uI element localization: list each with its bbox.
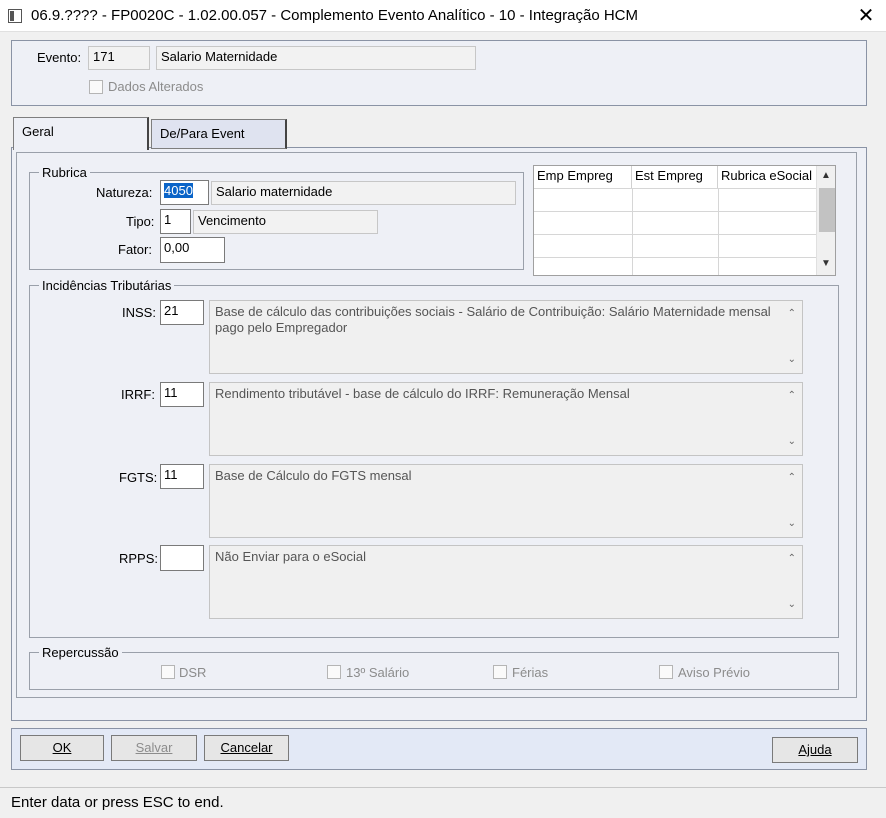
natureza-description: Salario maternidade [211, 181, 516, 205]
chevron-up-icon[interactable]: ⌃ [788, 388, 796, 404]
ajuda-button[interactable]: Ajuda [772, 737, 858, 763]
close-icon[interactable]: ✕ [846, 0, 886, 32]
fgts-label: FGTS: [119, 470, 158, 485]
chevron-down-icon[interactable]: ⌄ [788, 516, 796, 532]
fgts-description-text: Base de Cálculo do FGTS mensal [215, 468, 412, 483]
chevron-up-icon[interactable]: ▲ [821, 170, 831, 181]
tab-de-para-label: De/Para Event [160, 126, 245, 141]
rpps-label: RPPS: [119, 551, 159, 566]
grid-header-emp-empreg[interactable]: Emp Empreg [534, 166, 632, 188]
evento-code-field: 171 [88, 46, 150, 70]
irrf-input[interactable]: 11 [160, 382, 204, 407]
rpps-input[interactable] [160, 545, 204, 571]
irrf-description[interactable]: Rendimento tributável - base de cálculo … [209, 382, 803, 456]
tipo-description: Vencimento [193, 210, 378, 234]
rpps-description[interactable]: Não Enviar para o eSocial ⌃ ⌄ [209, 545, 803, 619]
fgts-description[interactable]: Base de Cálculo do FGTS mensal ⌃ ⌄ [209, 464, 803, 538]
repercussao-group-label: Repercussão [39, 645, 122, 660]
rubrica-group-label: Rubrica [39, 165, 90, 180]
rpps-description-text: Não Enviar para o eSocial [215, 549, 367, 564]
grid-scroll-thumb[interactable] [819, 188, 835, 232]
ok-button[interactable]: OK [20, 735, 104, 761]
chevron-up-icon[interactable]: ⌃ [788, 306, 796, 322]
inss-description[interactable]: Base de cálculo das contribuições sociai… [209, 300, 803, 374]
dsr-label: DSR [179, 665, 207, 680]
tab-de-para-event[interactable]: De/Para Event [151, 119, 287, 149]
chevron-down-icon[interactable]: ⌄ [788, 434, 796, 450]
natureza-value: 4050 [164, 183, 193, 198]
chevron-down-icon[interactable]: ⌄ [788, 352, 796, 368]
ferias-label: Férias [512, 665, 549, 680]
tab-geral-label: Geral [22, 124, 54, 139]
dados-alterados-label: Dados Alterados [108, 79, 204, 94]
chevron-up-icon[interactable]: ⌃ [788, 470, 796, 486]
de-para-grid[interactable]: Emp Empreg Est Empreg Rubrica eSocial ▲ … [533, 165, 836, 276]
aviso-previo-label: Aviso Prévio [678, 665, 751, 680]
inss-description-text: Base de cálculo das contribuições sociai… [215, 304, 771, 335]
chevron-up-icon[interactable]: ⌃ [788, 551, 796, 567]
app-icon [8, 9, 22, 23]
grid-scrollbar[interactable]: ▲ ▼ [816, 166, 835, 275]
incidencias-group-label: Incidências Tributárias [39, 278, 175, 293]
irrf-label: IRRF: [121, 387, 155, 402]
natureza-input[interactable]: 4050 [160, 180, 209, 205]
irrf-description-text: Rendimento tributável - base de cálculo … [215, 386, 630, 401]
fator-label: Fator: [118, 242, 152, 257]
chevron-down-icon[interactable]: ▼ [821, 258, 831, 269]
salvar-button[interactable]: Salvar [111, 735, 197, 761]
ferias-checkbox[interactable] [493, 665, 507, 679]
cancelar-button[interactable]: Cancelar [204, 735, 289, 761]
dsr-checkbox[interactable] [161, 665, 175, 679]
tipo-input[interactable]: 1 [160, 209, 191, 234]
grid-header-rubrica-esocial[interactable]: Rubrica eSocial [718, 166, 814, 188]
chevron-down-icon[interactable]: ⌄ [788, 597, 796, 613]
inss-label: INSS: [122, 305, 156, 320]
natureza-label: Natureza: [96, 185, 153, 200]
aviso-previo-checkbox[interactable] [659, 665, 673, 679]
inss-input[interactable]: 21 [160, 300, 204, 325]
dados-alterados-checkbox [89, 80, 103, 94]
tab-geral[interactable]: Geral [13, 117, 149, 150]
tipo-label: Tipo: [126, 214, 155, 229]
evento-description-field: Salario Maternidade [156, 46, 476, 70]
window-title: 06.9.???? - FP0020C - 1.02.00.057 - Comp… [31, 7, 639, 24]
salario13-label: 13º Salário [346, 665, 410, 680]
status-text: Enter data or press ESC to end. [11, 794, 224, 811]
status-bar: Enter data or press ESC to end. [0, 787, 886, 818]
evento-label: Evento: [37, 50, 82, 65]
salario13-checkbox[interactable] [327, 665, 341, 679]
fgts-input[interactable]: 11 [160, 464, 204, 489]
title-bar: 06.9.???? - FP0020C - 1.02.00.057 - Comp… [0, 0, 886, 32]
fator-input[interactable]: 0,00 [160, 237, 225, 263]
grid-header-est-empreg[interactable]: Est Empreg [632, 166, 718, 188]
